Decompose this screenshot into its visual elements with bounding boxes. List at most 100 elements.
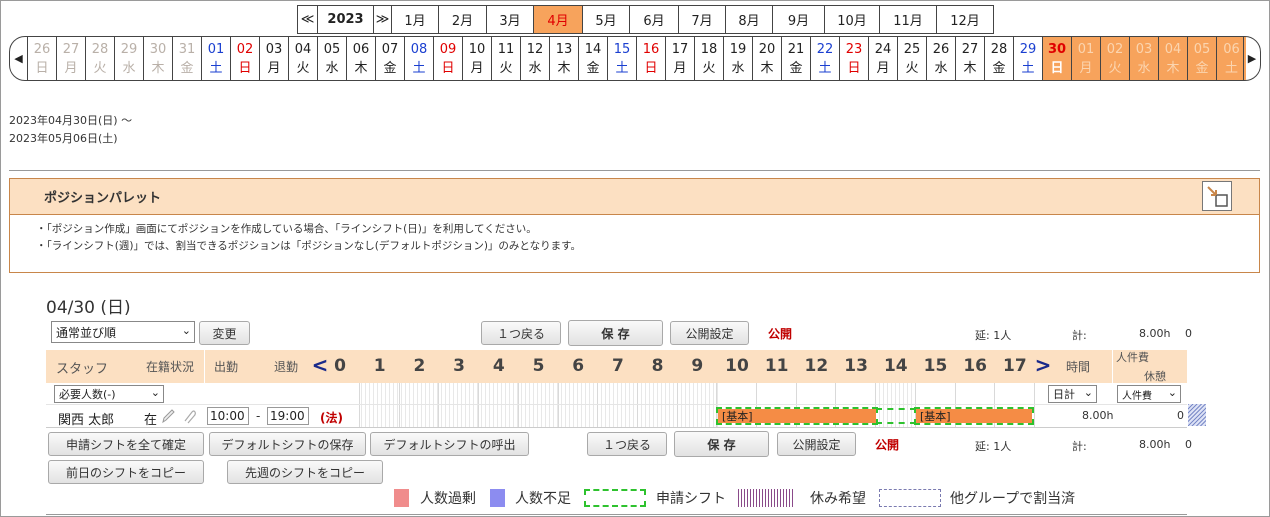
- copy-prev-week-button[interactable]: 先週のシフトをコピー: [227, 460, 383, 484]
- month-tab[interactable]: 3月: [487, 6, 534, 33]
- day-cell[interactable]: 01 月: [1072, 37, 1101, 80]
- undo-button[interactable]: １つ戻る: [481, 321, 561, 345]
- change-button[interactable]: 変更: [199, 321, 250, 345]
- prev-week-arrow-icon[interactable]: ◀: [10, 37, 27, 80]
- publish-settings-button-bottom[interactable]: 公開設定: [777, 432, 856, 456]
- publish-settings-button[interactable]: 公開設定: [670, 321, 749, 345]
- pencil-icon[interactable]: [160, 407, 176, 425]
- save-default-shift-button[interactable]: デフォルトシフトの保存: [209, 432, 366, 456]
- day-number: 28: [91, 41, 109, 57]
- day-cell[interactable]: 16 日: [637, 37, 666, 80]
- day-cell[interactable]: 04 火: [289, 37, 318, 80]
- prev-year-button[interactable]: ≪: [298, 6, 318, 33]
- day-cell[interactable]: 28 金: [985, 37, 1014, 80]
- day-number: 29: [120, 41, 138, 57]
- day-cell[interactable]: 24 月: [869, 37, 898, 80]
- month-tab[interactable]: 12月: [937, 6, 993, 33]
- day-cell[interactable]: 26 水: [927, 37, 956, 80]
- day-cell[interactable]: 19 水: [724, 37, 753, 80]
- day-cell[interactable]: 05 水: [318, 37, 347, 80]
- day-cell[interactable]: 29 水: [115, 37, 144, 80]
- month-tab[interactable]: 5月: [583, 6, 630, 33]
- shift-bar[interactable]: [基本]: [716, 407, 878, 425]
- month-tab[interactable]: 8月: [726, 6, 773, 33]
- weekday-label: 日: [1050, 60, 1064, 76]
- day-number: 22: [816, 41, 834, 57]
- cost-select[interactable]: 人件費 ⌄: [1117, 385, 1181, 403]
- day-cell[interactable]: 20 木: [753, 37, 782, 80]
- day-cell[interactable]: 14 金: [579, 37, 608, 80]
- weekday-label: 土: [818, 60, 832, 76]
- day-cell[interactable]: 25 火: [898, 37, 927, 80]
- day-cell[interactable]: 15 土: [608, 37, 637, 80]
- weekday-label: 日: [238, 60, 252, 76]
- day-cell[interactable]: 02 日: [231, 37, 260, 80]
- day-cell[interactable]: 26 日: [28, 37, 57, 80]
- clip-icon[interactable]: [180, 407, 198, 425]
- day-cell[interactable]: 28 火: [86, 37, 115, 80]
- day-cell[interactable]: 22 土: [811, 37, 840, 80]
- undo-button-bottom[interactable]: １つ戻る: [587, 432, 667, 456]
- required-count-select[interactable]: 必要人数(-) ⌄: [54, 385, 164, 403]
- shift-bar[interactable]: [基本]: [914, 407, 1034, 425]
- start-time-input[interactable]: 10:00: [207, 407, 249, 425]
- day-cell[interactable]: 27 木: [956, 37, 985, 80]
- month-tab[interactable]: 4月: [534, 6, 583, 33]
- copy-prev-day-button[interactable]: 前日のシフトをコピー: [48, 460, 204, 484]
- day-cell[interactable]: 23 日: [840, 37, 869, 80]
- day-cell[interactable]: 30 木: [144, 37, 173, 80]
- position-palette: ポジションパレット ・「ポジション作成」画面にてポジションを作成している場合、「…: [9, 178, 1260, 273]
- day-total-select[interactable]: 日計 ⌄: [1048, 385, 1097, 403]
- day-cell[interactable]: 21 金: [782, 37, 811, 80]
- hour-label: 1: [373, 356, 386, 376]
- day-cell[interactable]: 07 金: [376, 37, 405, 80]
- staff-name[interactable]: 関西 太郎: [58, 409, 114, 428]
- legend-other-group: 他グループで割当済: [950, 491, 1076, 507]
- month-tab[interactable]: 6月: [630, 6, 679, 33]
- day-cell[interactable]: 30 日: [1043, 37, 1072, 80]
- month-tab[interactable]: 2月: [439, 6, 487, 33]
- day-cell[interactable]: 03 水: [1130, 37, 1159, 80]
- day-number: 08: [410, 41, 428, 57]
- day-title: 04/30 (日): [46, 298, 131, 318]
- day-cell[interactable]: 31 金: [173, 37, 202, 80]
- day-cell[interactable]: 10 月: [463, 37, 492, 80]
- day-cell[interactable]: 13 木: [550, 37, 579, 80]
- total-people-bottom: 延: 1人: [975, 440, 1012, 453]
- month-tab[interactable]: 11月: [880, 6, 937, 33]
- next-week-arrow-icon[interactable]: ▶: [1243, 37, 1260, 80]
- day-cell[interactable]: 06 土: [1217, 37, 1246, 80]
- day-number: 01: [207, 41, 225, 57]
- month-tab[interactable]: 7月: [679, 6, 726, 33]
- day-cell[interactable]: 09 日: [434, 37, 463, 80]
- palette-toggle-button[interactable]: [1202, 181, 1232, 211]
- day-cell[interactable]: 03 月: [260, 37, 289, 80]
- day-cell[interactable]: 02 火: [1101, 37, 1130, 80]
- month-tab[interactable]: 9月: [773, 6, 825, 33]
- next-hours-arrow[interactable]: >: [1023, 353, 1063, 377]
- month-tab[interactable]: 10月: [825, 6, 880, 33]
- confirm-all-button[interactable]: 申請シフトを全て確定: [48, 432, 204, 456]
- month-tab[interactable]: 1月: [392, 6, 439, 33]
- day-cell[interactable]: 12 水: [521, 37, 550, 80]
- day-cell[interactable]: 27 月: [57, 37, 86, 80]
- sort-order-select[interactable]: 通常並び順 ⌄: [51, 321, 195, 343]
- save-button-bottom[interactable]: 保 存: [674, 431, 769, 457]
- day-cell[interactable]: 06 木: [347, 37, 376, 80]
- hour-label: 13: [844, 356, 868, 376]
- day-cell[interactable]: 29 土: [1014, 37, 1043, 80]
- day-cell[interactable]: 05 金: [1188, 37, 1217, 80]
- save-button[interactable]: 保 存: [568, 320, 663, 346]
- day-cell[interactable]: 08 土: [405, 37, 434, 80]
- load-default-shift-button[interactable]: デフォルトシフトの呼出: [370, 432, 529, 456]
- hour-label: 12: [804, 356, 829, 376]
- day-cell[interactable]: 18 火: [695, 37, 724, 80]
- end-time-input[interactable]: 19:00: [267, 407, 309, 425]
- next-year-button[interactable]: ≫: [374, 6, 392, 33]
- timeline-header: スタッフ 在籍状況 出勤 退勤 < 0 1 2 3 4 5 6 7 8 9 10 11 12 13 14 15…: [46, 350, 1187, 383]
- day-cell[interactable]: 04 木: [1159, 37, 1188, 80]
- day-cell[interactable]: 17 月: [666, 37, 695, 80]
- hour-label: 6: [572, 356, 585, 376]
- day-cell[interactable]: 01 土: [202, 37, 231, 80]
- day-cell[interactable]: 11 火: [492, 37, 521, 80]
